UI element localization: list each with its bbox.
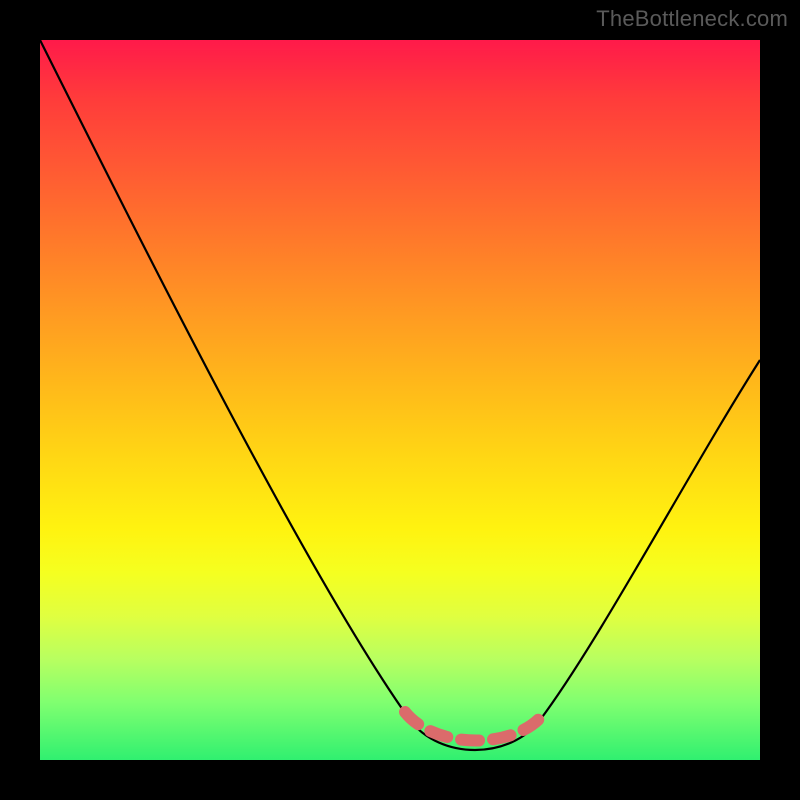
curve-svg: [40, 40, 760, 760]
plot-area: [40, 40, 760, 760]
bottleneck-curve: [40, 40, 760, 750]
watermark-text: TheBottleneck.com: [596, 6, 788, 32]
chart-frame: TheBottleneck.com: [0, 0, 800, 800]
